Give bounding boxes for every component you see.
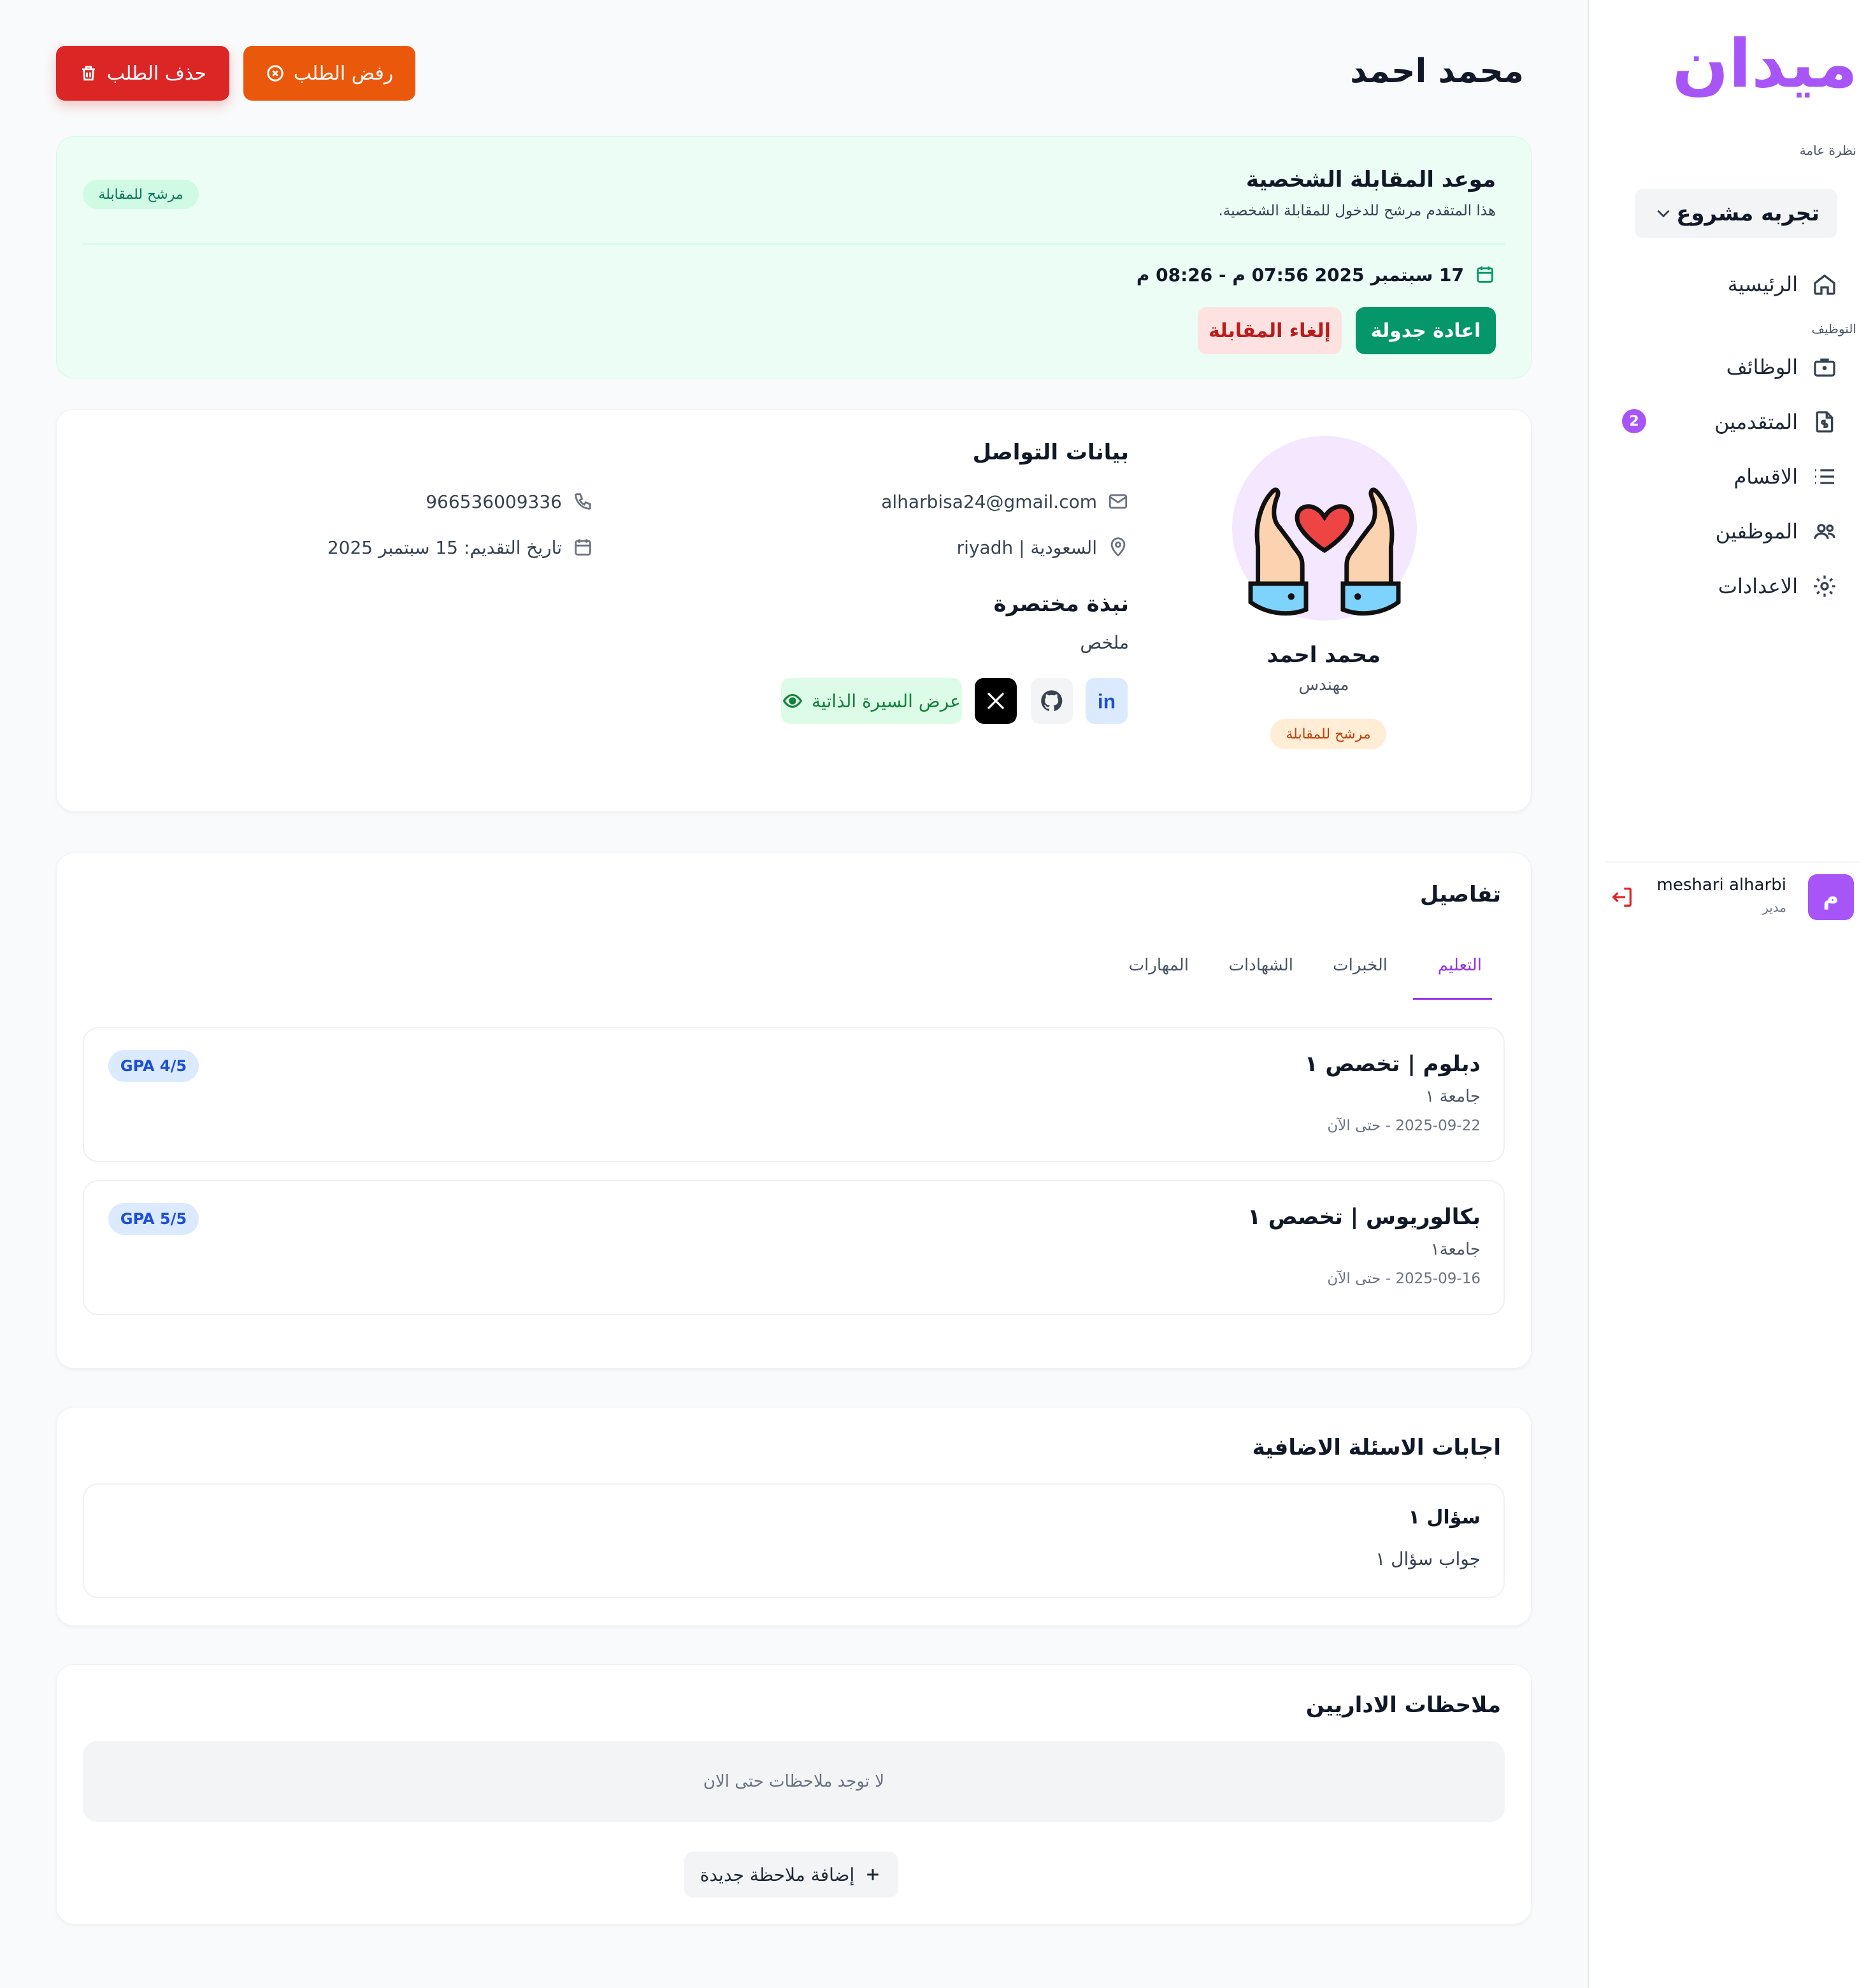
x-logo-icon <box>987 692 1005 710</box>
interview-datetime: 17 سبتمبر 2025 07:56 م - 08:26 م <box>1137 264 1496 285</box>
interview-subtitle: هذا المتقدم مرشح للدخول للمقابلة الشخصية… <box>1218 203 1496 219</box>
briefcase-icon <box>1814 358 1835 377</box>
profile-avatar-hands-heart <box>1232 436 1417 621</box>
education-title: دبلوم | تخصص ١ <box>1304 1051 1481 1077</box>
education-item: بكالوريوس | تخصص ١ جامعة١ 2025-09-16 - ح… <box>83 1180 1505 1315</box>
notes-empty-state: لا توجد ملاحظات حتى الان <box>83 1741 1505 1822</box>
sidebar-item-label: الموظفين <box>1715 519 1798 544</box>
sidebar-item-home[interactable]: الرئيسية <box>1728 265 1837 303</box>
profile-role: مهندس <box>1298 675 1349 695</box>
trash-icon <box>82 66 95 81</box>
calendar-icon <box>1477 266 1493 283</box>
interview-title: موعد المقابلة الشخصية <box>1245 167 1496 192</box>
chevron-down-icon <box>1657 210 1670 218</box>
sidebar-item-label: الاعدادات <box>1718 574 1798 598</box>
users-icon <box>1814 524 1835 539</box>
bio-title: نبذة مختصرة <box>993 591 1129 617</box>
profile-status-badge: مرشح للمقابلة <box>1270 719 1386 749</box>
reject-application-button[interactable]: رفض الطلب <box>243 46 415 101</box>
page-title: محمد احمد <box>1350 52 1524 90</box>
github-button[interactable] <box>1031 678 1073 724</box>
gpa-badge: GPA 5/5 <box>108 1203 199 1235</box>
project-name: تجربه مشروع <box>1676 201 1819 226</box>
logout-icon[interactable] <box>1609 884 1635 910</box>
app-logo[interactable]: ميدان <box>1672 31 1859 97</box>
recruit-label: التوظيف <box>1811 321 1856 336</box>
education-dates: 2025-09-22 - حتى الآن <box>1327 1118 1481 1134</box>
map-pin-icon <box>1110 537 1126 557</box>
questions-title: اجابات الاسئلة الاضافية <box>1252 1435 1501 1460</box>
github-icon <box>1041 690 1063 711</box>
phone-icon <box>575 493 591 510</box>
education-dates: 2025-09-16 - حتى الآن <box>1327 1271 1481 1287</box>
sidebar-item-applicants[interactable]: المتقدمين <box>1714 403 1837 441</box>
sidebar-item-jobs[interactable]: الوظائف <box>1726 348 1837 386</box>
tab-experience[interactable]: الخبرات <box>1333 956 1388 975</box>
sidebar-item-label: الوظائف <box>1726 355 1798 379</box>
list-icon <box>1815 469 1834 484</box>
overview-label: نظرة عامة <box>1799 143 1856 158</box>
plus-icon <box>867 1869 879 1880</box>
sidebar-item-departments[interactable]: الاقسام <box>1733 457 1837 496</box>
linkedin-icon: in <box>1098 690 1116 713</box>
view-cv-label: عرض السيرة الذاتية <box>812 690 961 712</box>
user-name: meshari alharbi <box>1656 875 1786 895</box>
location-row: السعودية | riyadh <box>957 537 1129 558</box>
mail-icon <box>1109 494 1128 509</box>
education-school: جامعة١ <box>1430 1240 1481 1259</box>
gear-icon <box>1814 575 1835 597</box>
notes-title: ملاحظات الاداريين <box>1305 1692 1501 1718</box>
interview-status-badge: مرشح للمقابلة <box>83 180 199 209</box>
education-item: دبلوم | تخصص ١ جامعة ١ 2025-09-22 - حتى … <box>83 1027 1505 1162</box>
gpa-badge: GPA 4/5 <box>108 1050 199 1082</box>
document-dollar-icon <box>1816 411 1834 433</box>
eye-icon <box>782 694 803 708</box>
bio-text: ملخص <box>1080 632 1129 653</box>
question-text: سؤال ١ <box>1408 1506 1481 1529</box>
sidebar-item-employees[interactable]: الموظفين <box>1716 512 1837 551</box>
applicants-count-badge: 2 <box>1622 409 1646 433</box>
view-cv-button[interactable]: عرض السيرة الذاتية <box>781 678 962 724</box>
details-title: تفاصيل <box>1419 882 1501 907</box>
profile-name: محمد احمد <box>1267 642 1381 668</box>
add-note-button[interactable]: إضافة ملاحظة جديدة <box>684 1852 898 1898</box>
tab-certificates[interactable]: الشهادات <box>1228 956 1293 975</box>
phone-value: 966536009336 <box>426 491 562 512</box>
user-role: مدير <box>1762 900 1786 915</box>
answer-text: جواب سؤال ١ <box>1375 1548 1481 1569</box>
home-icon <box>1814 274 1835 295</box>
education-school: جامعة ١ <box>1425 1087 1481 1106</box>
location-value: السعودية | riyadh <box>956 537 1097 558</box>
tab-skills[interactable]: المهارات <box>1129 956 1189 975</box>
x-twitter-button[interactable] <box>975 678 1017 724</box>
delete-application-button[interactable]: حذف الطلب <box>56 46 229 101</box>
tab-education[interactable]: التعليم <box>1438 956 1482 975</box>
applied-date-row: تاريخ التقديم: 15 سبتمبر 2025 <box>327 537 594 558</box>
education-title: بكالوريوس | تخصص ١ <box>1247 1204 1481 1230</box>
add-note-label: إضافة ملاحظة جديدة <box>700 1864 855 1885</box>
sidebar-item-label: الرئيسية <box>1727 272 1798 296</box>
sidebar-item-label: المتقدمين <box>1714 410 1798 434</box>
email-value: alharbisa24@gmail.com <box>881 491 1097 512</box>
x-circle-icon <box>266 65 283 82</box>
reschedule-button[interactable]: اعادة جدولة <box>1356 307 1496 354</box>
sidebar-item-label: الاقسام <box>1733 465 1798 489</box>
email-row: alharbisa24@gmail.com <box>881 491 1129 512</box>
calendar-icon <box>575 539 591 556</box>
linkedin-button[interactable]: in <box>1086 678 1128 724</box>
project-selector[interactable]: تجربه مشروع <box>1635 189 1837 238</box>
phone-row: 966536009336 <box>426 491 594 512</box>
sidebar-item-settings[interactable]: الاعدادات <box>1718 567 1837 605</box>
applied-date-value: تاريخ التقديم: 15 سبتمبر 2025 <box>327 537 562 558</box>
reject-label: رفض الطلب <box>293 62 394 85</box>
delete-label: حذف الطلب <box>106 62 207 85</box>
question-item: سؤال ١ جواب سؤال ١ <box>83 1483 1505 1598</box>
svg-text:in: in <box>1098 690 1116 713</box>
contact-title: بيانات التواصل <box>972 440 1129 465</box>
avatar[interactable]: م <box>1808 874 1854 920</box>
cancel-interview-button[interactable]: إلغاء المقابلة <box>1198 307 1342 354</box>
tab-active-underline <box>1413 998 1492 1000</box>
divider <box>83 243 1505 245</box>
